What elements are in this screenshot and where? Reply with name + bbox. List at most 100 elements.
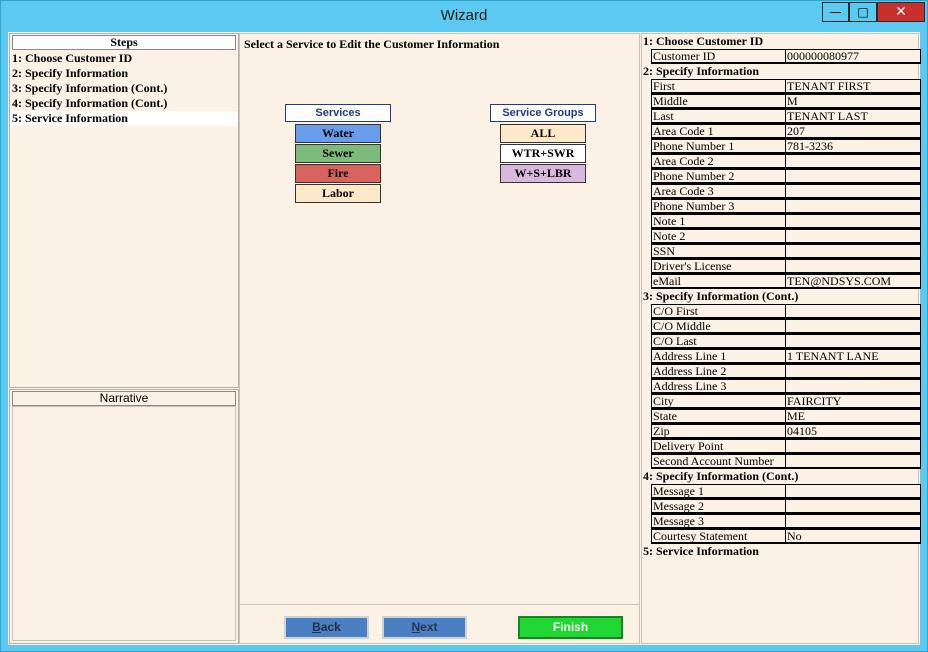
summary-field-value (786, 319, 921, 334)
summary-field-value: 207 (786, 124, 921, 139)
step-item-4[interactable]: 4: Specify Information (Cont.) (10, 96, 238, 111)
summary-row: Phone Number 3 (651, 199, 921, 214)
summary-section-title: 2: Specify Information (643, 64, 759, 78)
summary-field-value: TEN@NDSYS.COM (786, 274, 921, 289)
maximize-icon: □ (857, 5, 869, 19)
group-wtr-swr-button[interactable]: WTR+SWR (500, 144, 586, 163)
summary-field-value: TENANT FIRST (786, 79, 921, 94)
summary-field-value: ME (786, 409, 921, 424)
summary-row: Area Code 1 207 (651, 124, 921, 139)
finish-label: Finish (552, 620, 589, 634)
summary-field-label: Delivery Point (651, 439, 786, 454)
summary-field-label: Second Account Number (651, 454, 786, 469)
summary-row: Customer ID 000000080977 (651, 49, 921, 64)
summary-row: Second Account Number (651, 454, 921, 469)
summary-row: Note 2 (651, 229, 921, 244)
group-w-s-lbr-button[interactable]: W+S+LBR (500, 164, 586, 183)
navigation-bar: Back Next Finish (240, 604, 639, 645)
next-label: Next (411, 620, 438, 634)
summary-field-label: C/O Last (651, 334, 786, 349)
summary-field-value: No (786, 529, 921, 544)
service-water-button[interactable]: Water (295, 124, 381, 143)
minimize-button[interactable]: — (822, 2, 849, 22)
summary-row: Message 2 (651, 499, 921, 514)
summary-field-label: C/O First (651, 304, 786, 319)
summary-field-label: State (651, 409, 786, 424)
step-item-5[interactable]: 5: Service Information (10, 111, 238, 126)
summary-field-value (786, 334, 921, 349)
summary-row: Address Line 3 (651, 379, 921, 394)
summary-field-value: TENANT LAST (786, 109, 921, 124)
title-bar[interactable]: Wizard — □ ✕ (1, 1, 927, 31)
finish-button[interactable]: Finish (518, 616, 623, 639)
service-fire-button[interactable]: Fire (295, 164, 381, 183)
summary-row: Courtesy Statement No (651, 529, 921, 544)
summary-field-label: Note 2 (651, 229, 786, 244)
page-title: Select a Service to Edit the Customer In… (244, 37, 500, 51)
summary-field-label: Courtesy Statement (651, 529, 786, 544)
summary-row: Message 3 (651, 514, 921, 529)
maximize-button[interactable]: □ (849, 2, 877, 22)
summary-row: Area Code 3 (651, 184, 921, 199)
summary-field-label: Address Line 1 (651, 349, 786, 364)
summary-row: eMail TEN@NDSYS.COM (651, 274, 921, 289)
summary-field-label: Message 1 (651, 484, 786, 499)
summary-field-label: Driver's License (651, 259, 786, 274)
summary-field-label: SSN (651, 244, 786, 259)
summary-field-value: M (786, 94, 921, 109)
summary-row: SSN (651, 244, 921, 259)
wizard-body: Steps 1: Choose Customer ID 2: Specify I… (8, 32, 921, 645)
narrative-header: Narrative (12, 391, 236, 406)
step-item-1[interactable]: 1: Choose Customer ID (10, 51, 238, 66)
summary-field-label: Zip (651, 424, 786, 439)
summary-field-value (786, 379, 921, 394)
summary-row: Zip 04105 (651, 424, 921, 439)
summary-section-title: 4: Specify Information (Cont.) (643, 469, 799, 483)
summary-field-value: 04105 (786, 424, 921, 439)
summary-field-label: Area Code 2 (651, 154, 786, 169)
summary-field-value: FAIRCITY (786, 394, 921, 409)
steps-panel: Steps 1: Choose Customer ID 2: Specify I… (9, 33, 239, 388)
service-sewer-button[interactable]: Sewer (295, 144, 381, 163)
close-button[interactable]: ✕ (877, 2, 925, 22)
summary-field-value (786, 154, 921, 169)
summary-section-title: 3: Specify Information (Cont.) (643, 289, 799, 303)
next-button[interactable]: Next (382, 616, 467, 639)
summary-field-value (786, 454, 921, 469)
step-item-3[interactable]: 3: Specify Information (Cont.) (10, 81, 238, 96)
summary-field-label: First (651, 79, 786, 94)
summary-field-value (786, 184, 921, 199)
summary-field-label: eMail (651, 274, 786, 289)
summary-field-label: City (651, 394, 786, 409)
close-icon: ✕ (895, 4, 907, 20)
services-header: Services (285, 104, 391, 122)
summary-row: First TENANT FIRST (651, 79, 921, 94)
summary-field-value: 1 TENANT LANE (786, 349, 921, 364)
summary-row: Last TENANT LAST (651, 109, 921, 124)
summary-row: Phone Number 1 781-3236 (651, 139, 921, 154)
group-all-button[interactable]: ALL (500, 124, 586, 143)
summary-row: C/O Middle (651, 319, 921, 334)
summary-field-label: Address Line 2 (651, 364, 786, 379)
summary-row: Middle M (651, 94, 921, 109)
minimize-icon: — (829, 5, 842, 19)
summary-field-value (786, 229, 921, 244)
summary-field-label: C/O Middle (651, 319, 786, 334)
summary-row: Delivery Point (651, 439, 921, 454)
service-groups-header: Service Groups (490, 104, 596, 122)
summary-panel: 1: Choose Customer ID Customer ID 00000008… (641, 33, 921, 644)
summary-field-value (786, 169, 921, 184)
window-title: Wizard (440, 7, 488, 24)
summary-field-label: Address Line 3 (651, 379, 786, 394)
summary-row: Message 1 (651, 484, 921, 499)
back-button[interactable]: Back (284, 616, 369, 639)
summary-field-value: 000000080977 (786, 49, 921, 64)
step-item-2[interactable]: 2: Specify Information (10, 66, 238, 81)
summary-field-label: Note 1 (651, 214, 786, 229)
summary-field-label: Phone Number 3 (651, 199, 786, 214)
summary-field-value (786, 304, 921, 319)
summary-field-label: Phone Number 1 (651, 139, 786, 154)
narrative-text-area (12, 406, 236, 641)
summary-field-value (786, 364, 921, 379)
service-labor-button[interactable]: Labor (295, 184, 381, 203)
